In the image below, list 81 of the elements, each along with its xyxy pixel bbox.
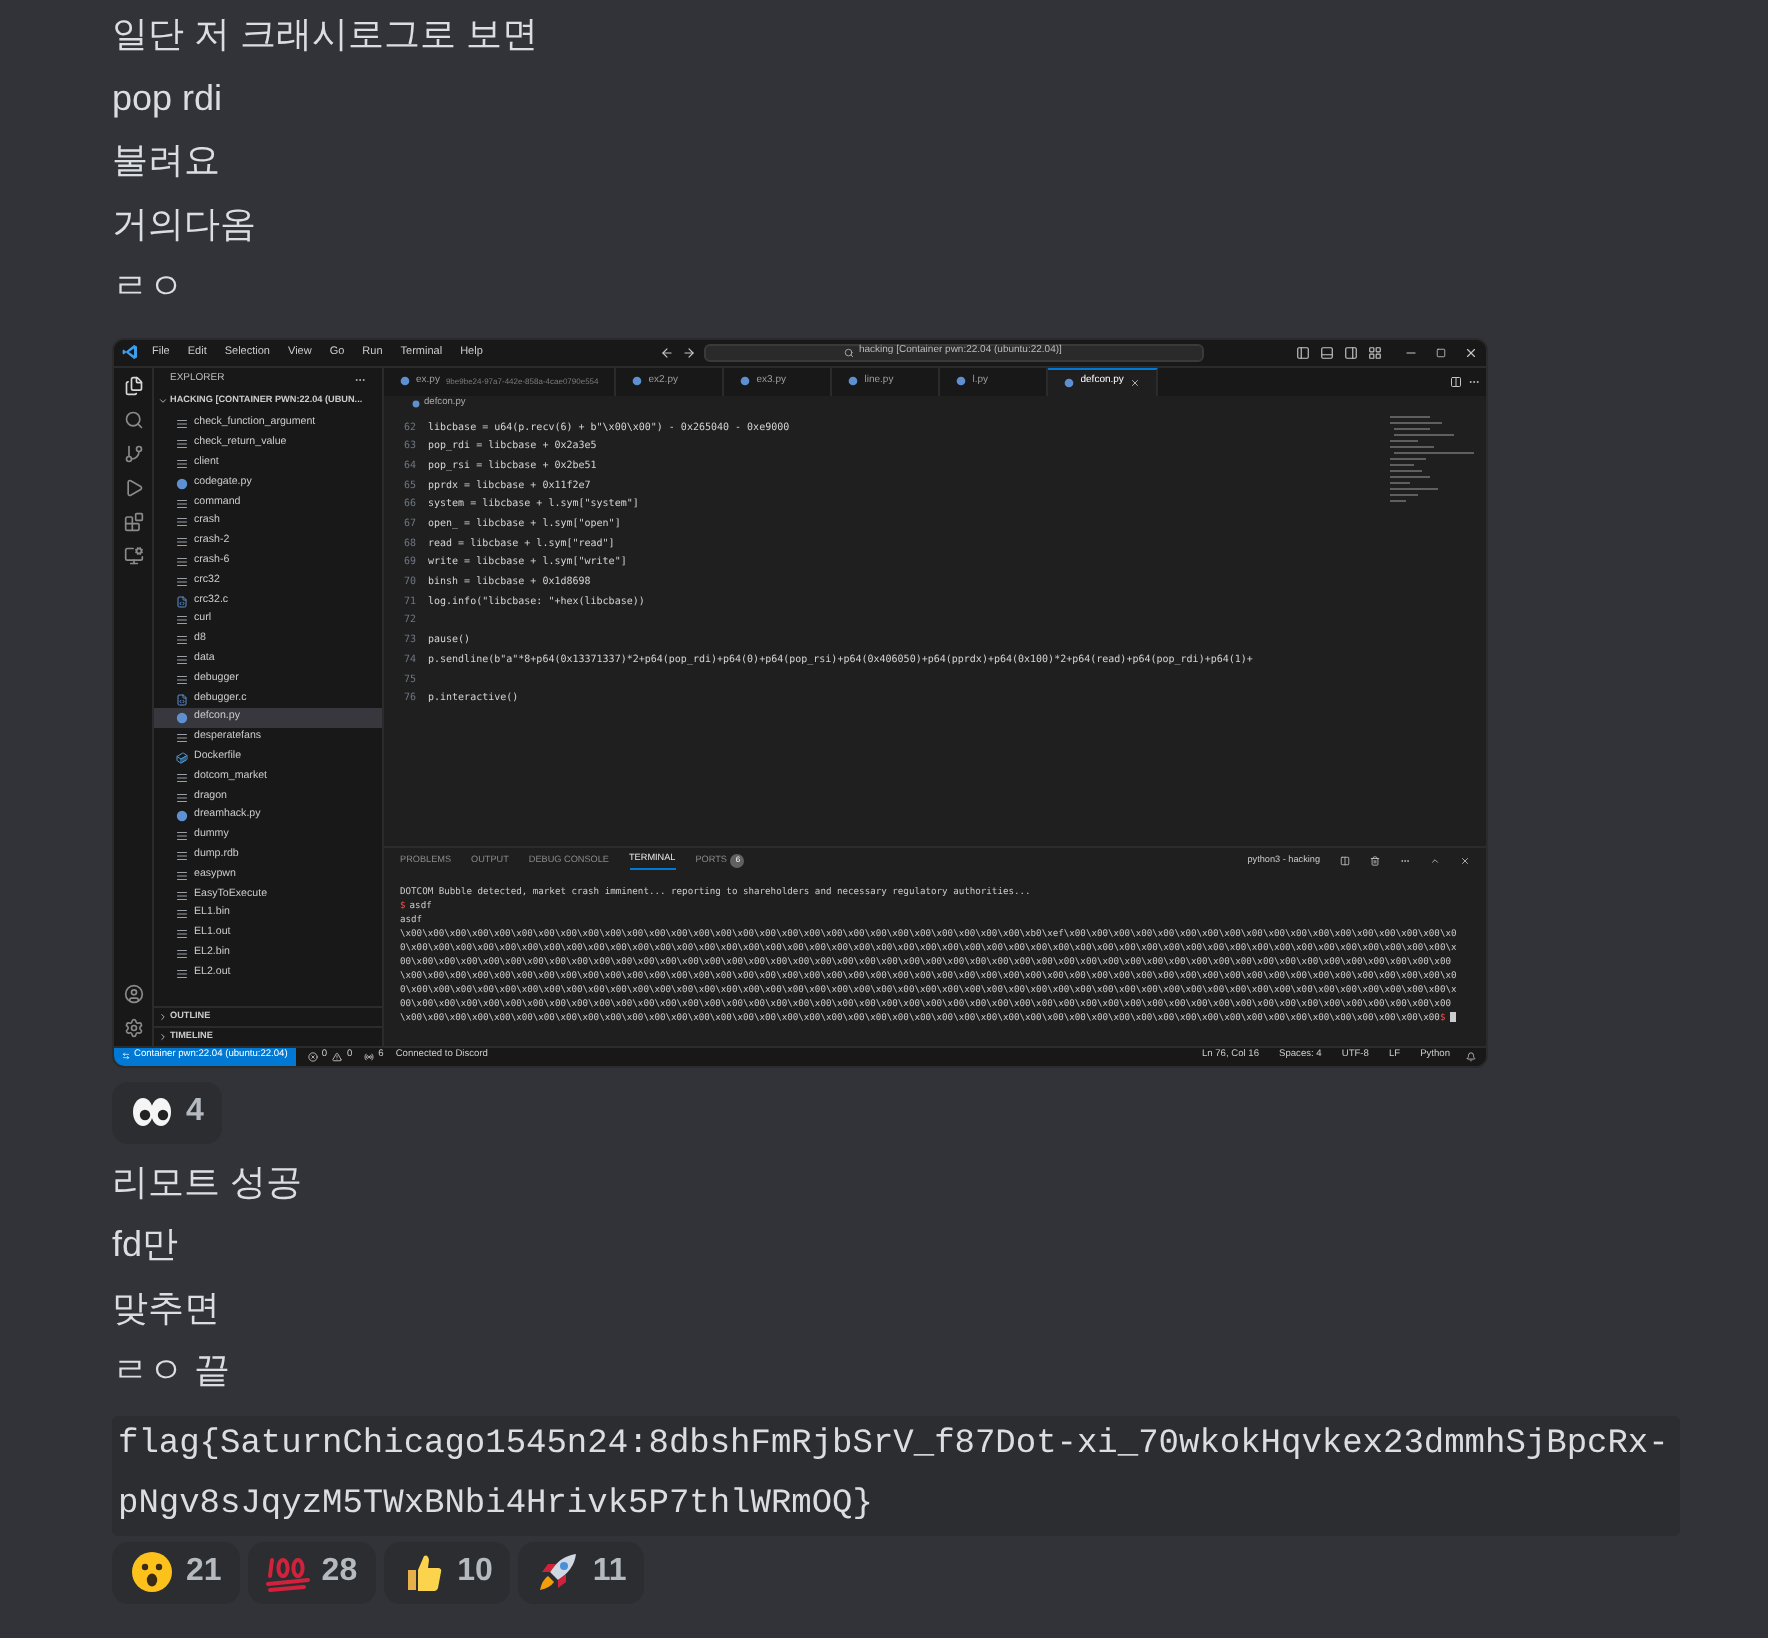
source-control-icon[interactable] bbox=[123, 443, 143, 463]
file-icon bbox=[176, 555, 188, 568]
message-text: fd만 bbox=[112, 1222, 181, 1268]
explorer-icon[interactable] bbox=[123, 375, 143, 395]
layout-icon[interactable] bbox=[1296, 345, 1310, 359]
file-icon bbox=[176, 536, 188, 549]
file-icon bbox=[956, 376, 967, 386]
maximize-panel-icon[interactable] bbox=[1430, 855, 1440, 865]
trash-icon[interactable] bbox=[1370, 855, 1380, 865]
message-text: ㄹㅇ bbox=[112, 264, 184, 310]
file-icon bbox=[848, 376, 859, 386]
file-icon bbox=[176, 889, 188, 902]
file-icon bbox=[176, 869, 188, 882]
settings-icon[interactable] bbox=[123, 1017, 143, 1037]
search-icon[interactable] bbox=[123, 409, 143, 429]
file-icon bbox=[176, 653, 188, 666]
error-icon bbox=[307, 1051, 318, 1061]
reaction-button[interactable]: 21 bbox=[112, 1541, 240, 1603]
file-icon bbox=[740, 376, 751, 386]
maximize-icon[interactable] bbox=[1436, 347, 1446, 357]
warning-icon bbox=[332, 1051, 343, 1061]
file-icon bbox=[176, 967, 188, 980]
account-icon[interactable] bbox=[123, 983, 143, 1003]
forward-icon[interactable] bbox=[681, 345, 696, 359]
rocket-icon bbox=[536, 1550, 581, 1594]
message-text: ㄹㅇ 끝 bbox=[112, 1348, 233, 1394]
layout-icon[interactable] bbox=[1368, 345, 1382, 359]
reaction-button[interactable]: 11 bbox=[518, 1541, 645, 1603]
file-icon bbox=[176, 849, 188, 862]
file-icon bbox=[176, 477, 188, 490]
file-icon bbox=[176, 516, 188, 529]
file-icon bbox=[176, 457, 188, 470]
file-icon bbox=[176, 928, 188, 941]
close-icon[interactable] bbox=[1464, 345, 1478, 359]
file-icon bbox=[176, 673, 188, 686]
file-icon bbox=[176, 497, 188, 510]
remote-explorer-icon[interactable] bbox=[123, 545, 143, 565]
notifications-icon[interactable] bbox=[1466, 1051, 1476, 1061]
container-icon bbox=[176, 751, 188, 764]
reaction-button[interactable]: 4 bbox=[112, 1081, 222, 1143]
file-icon bbox=[400, 376, 410, 386]
ports-icon bbox=[364, 1051, 375, 1061]
file-icon bbox=[176, 830, 188, 843]
layout-icon[interactable] bbox=[1320, 345, 1334, 359]
file-icon bbox=[176, 947, 188, 960]
file-icon bbox=[176, 908, 188, 921]
message-text: 일단 저 크래시로그로 보면 bbox=[112, 12, 539, 58]
file-icon bbox=[176, 634, 188, 647]
file-icon bbox=[412, 399, 420, 407]
surprised-face-icon bbox=[130, 1550, 174, 1594]
file-icon bbox=[176, 595, 188, 608]
file-icon bbox=[176, 575, 188, 588]
message-text: 불려요 bbox=[112, 138, 220, 184]
message-text: 맞추면 bbox=[112, 1285, 222, 1331]
message-text: 거의다옴 bbox=[112, 201, 256, 247]
file-icon bbox=[632, 376, 643, 386]
file-icon bbox=[176, 791, 188, 804]
app-logo-icon bbox=[122, 344, 138, 360]
file-icon bbox=[176, 693, 188, 706]
inline-code: flag{SaturnChicago1545n24:8dbshFmRjbSrV_f87Dot-xi_70wkokHqvkex23dmmhSjBpcRx-pNgv8sJqyzM5TWxBNbi4Hrivk5P7thlWRmOQ} bbox=[112, 1415, 1680, 1535]
file-icon bbox=[176, 810, 188, 823]
layout-icon[interactable] bbox=[1344, 345, 1358, 359]
chevron-icon bbox=[158, 395, 168, 405]
message-text: pop rdi bbox=[112, 75, 223, 122]
run-debug-icon[interactable] bbox=[123, 477, 143, 497]
file-icon bbox=[176, 712, 188, 725]
reaction-button[interactable]: 28 bbox=[247, 1541, 376, 1603]
vscode-screenshot[interactable] bbox=[112, 337, 1488, 1067]
search-icon bbox=[844, 347, 855, 357]
message-text: 리모트 성공 bbox=[112, 1159, 303, 1205]
split-editor-icon[interactable] bbox=[1450, 375, 1462, 387]
reaction-button[interactable]: 10 bbox=[383, 1541, 511, 1603]
file-icon bbox=[176, 614, 188, 627]
extensions-icon[interactable] bbox=[123, 511, 143, 531]
file-icon bbox=[1064, 377, 1075, 387]
file-icon bbox=[176, 418, 188, 431]
file-icon bbox=[176, 438, 188, 451]
file-icon bbox=[176, 732, 188, 745]
file-icon bbox=[176, 771, 188, 784]
back-icon[interactable] bbox=[659, 345, 674, 359]
split-terminal-icon[interactable] bbox=[1340, 855, 1350, 865]
